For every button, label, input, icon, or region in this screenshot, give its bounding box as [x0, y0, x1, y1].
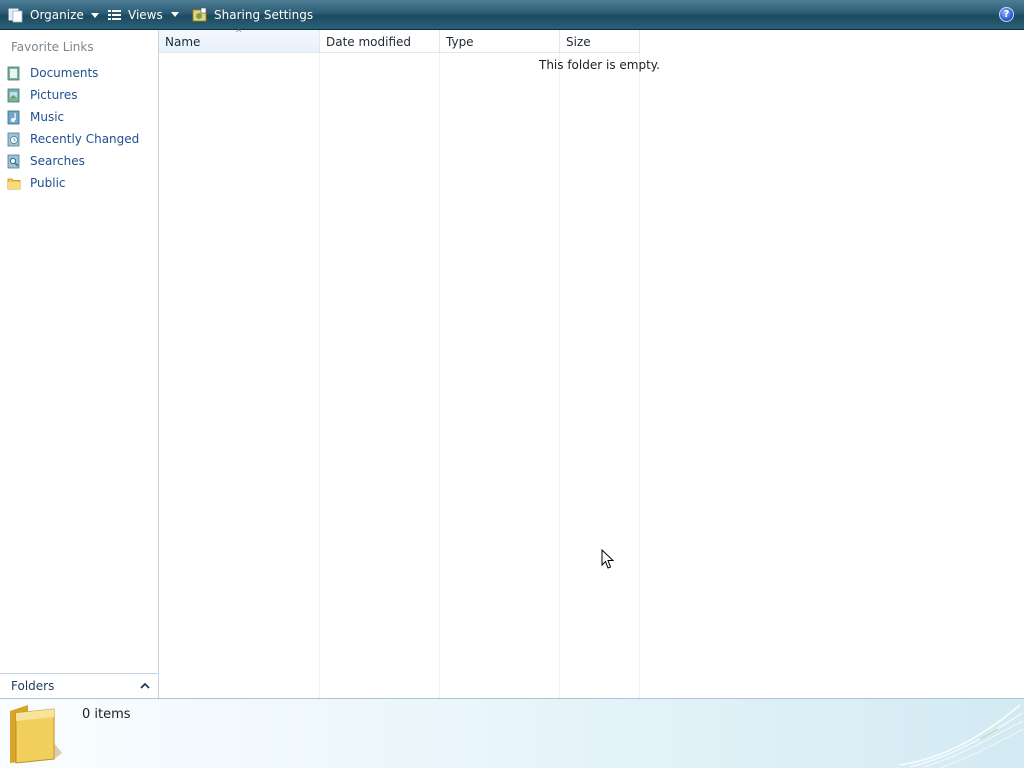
documents-icon: [7, 66, 20, 80]
nav-item-label: Public: [30, 176, 66, 190]
organize-label: Organize: [30, 8, 84, 22]
nav-item-label: Music: [30, 110, 65, 124]
pictures-icon: [7, 88, 20, 102]
column-header-name[interactable]: ^ Name: [159, 29, 320, 53]
folder-icon: [10, 705, 62, 764]
sharing-settings-button[interactable]: Sharing Settings: [192, 0, 313, 30]
file-list-view[interactable]: ^ Name Date modified Type Size This fold…: [159, 29, 1024, 698]
column-header-label: Date modified: [326, 35, 412, 49]
column-divider: [639, 53, 640, 698]
column-header-label: Type: [446, 35, 474, 49]
column-divider: [319, 53, 320, 698]
mouse-cursor-icon: [601, 549, 615, 569]
searches-icon: [7, 154, 20, 168]
nav-item-public[interactable]: Public: [0, 172, 158, 194]
nav-item-recently-changed[interactable]: Recently Changed: [0, 128, 158, 150]
decorative-swoosh: [899, 704, 1024, 768]
organize-icon: [8, 8, 23, 23]
nav-item-label: Documents: [30, 66, 99, 80]
column-header-date-modified[interactable]: Date modified: [320, 30, 440, 53]
empty-folder-message: This folder is empty.: [539, 58, 660, 72]
folders-label: Folders: [11, 679, 55, 693]
sort-ascending-icon: ^: [235, 29, 243, 39]
nav-item-music[interactable]: Music: [0, 106, 158, 128]
help-icon[interactable]: ?: [999, 7, 1014, 22]
navigation-pane: Favorite Links Documents Pictures Music: [0, 30, 159, 698]
column-divider: [559, 53, 560, 698]
column-header-label: Name: [165, 35, 201, 49]
sharing-settings-label: Sharing Settings: [214, 8, 314, 22]
sharing-settings-icon: [192, 7, 207, 22]
views-icon: [108, 9, 121, 20]
public-folder-icon: [7, 178, 21, 189]
views-label: Views: [128, 8, 163, 22]
favorite-links-heading: Favorite Links: [11, 40, 94, 54]
command-bar: Organize Views Sharing Settings ?: [0, 0, 1024, 30]
chevron-down-icon: [90, 12, 99, 18]
nav-item-label: Pictures: [30, 88, 78, 102]
column-divider: [439, 53, 440, 698]
nav-item-pictures[interactable]: Pictures: [0, 84, 158, 106]
column-header-size[interactable]: Size: [560, 30, 640, 53]
recently-changed-icon: [7, 132, 20, 146]
favorite-links-list: Documents Pictures Music Recently Change…: [0, 62, 158, 194]
folders-toggle[interactable]: Folders: [0, 673, 158, 698]
column-header-type[interactable]: Type: [440, 30, 560, 53]
nav-item-label: Recently Changed: [30, 132, 140, 146]
music-icon: [7, 110, 20, 124]
item-count: 0 items: [82, 707, 131, 722]
chevron-up-icon: [140, 682, 150, 689]
nav-item-searches[interactable]: Searches: [0, 150, 158, 172]
organize-button[interactable]: Organize: [8, 0, 99, 30]
column-header-label: Size: [566, 35, 591, 49]
nav-item-documents[interactable]: Documents: [0, 62, 158, 84]
views-dropdown-arrow[interactable]: [171, 12, 179, 17]
views-button[interactable]: Views: [107, 0, 163, 30]
nav-item-label: Searches: [30, 154, 85, 168]
details-pane: 0 items: [0, 698, 1024, 768]
